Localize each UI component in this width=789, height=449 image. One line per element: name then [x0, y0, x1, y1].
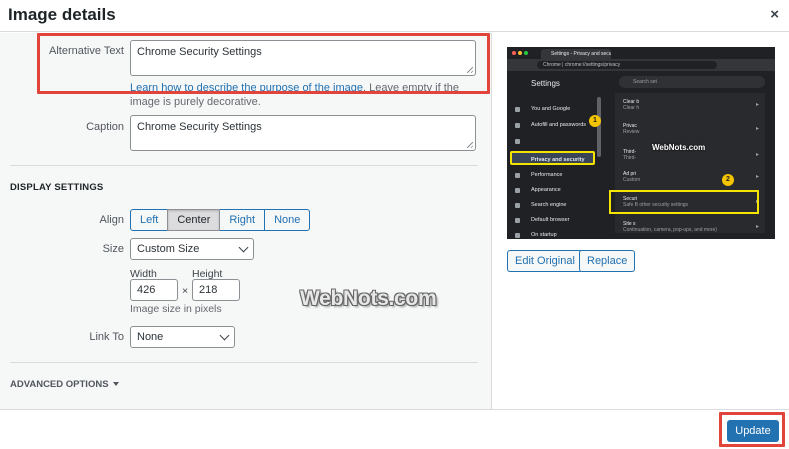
alt-text-help-link[interactable]: Learn how to describe the purpose of the…: [130, 82, 363, 94]
height-input[interactable]: 218: [192, 279, 240, 301]
menu-icon: [515, 173, 520, 178]
window-close-dot: [512, 51, 516, 55]
caption-value: Chrome Security Settings: [137, 121, 262, 133]
align-button-group: Left Center Right None: [130, 209, 311, 231]
align-right-button[interactable]: Right: [219, 209, 266, 231]
edit-original-button[interactable]: Edit Original: [507, 250, 583, 272]
align-left-button[interactable]: Left: [130, 209, 169, 231]
settings-title: Settings: [531, 79, 560, 88]
align-none-button[interactable]: None: [264, 209, 311, 231]
menu-icon: [515, 233, 520, 238]
chevron-right-icon: ▸: [755, 102, 759, 108]
chevron-right-icon: ▸: [755, 152, 759, 158]
menu-icon: [515, 188, 520, 193]
caret-down-icon: [112, 382, 119, 387]
menu-icon: [515, 123, 520, 128]
divider: [10, 362, 478, 363]
row-sub: Clear h: [623, 105, 640, 111]
modal-header: Image details ×: [0, 0, 789, 32]
divider: [10, 165, 478, 166]
advanced-options-label: ADVANCED OPTIONS: [10, 379, 109, 390]
step-badge: 2: [722, 174, 734, 186]
caption-label: Caption: [86, 121, 124, 133]
window-max-dot: [524, 51, 528, 55]
settings-search: Search set: [619, 76, 765, 88]
update-button[interactable]: Update: [727, 420, 779, 442]
advanced-options-toggle[interactable]: ADVANCED OPTIONS: [10, 379, 119, 390]
caption-field[interactable]: Chrome Security Settings: [130, 115, 476, 151]
chevron-down-icon: [238, 242, 249, 253]
size-select-value: Custom Size: [137, 243, 200, 255]
link-to-select-value: None: [137, 331, 164, 343]
size-select[interactable]: Custom Size: [130, 238, 254, 260]
browser-tabbar: Settings - Privacy and securi: [507, 47, 775, 59]
image-settings-panel: Alternative Text Chrome Security Setting…: [0, 33, 492, 409]
width-input[interactable]: 426: [130, 279, 178, 301]
sidebar-scrollbar: [597, 97, 601, 157]
resize-handle-icon[interactable]: [467, 142, 473, 148]
menu-icon: [515, 139, 520, 144]
menu-icon: [515, 203, 520, 208]
settings-row: Clear b Clear h: [623, 99, 639, 111]
menu-item: Search engine: [531, 202, 567, 208]
display-settings-heading: DISPLAY SETTINGS: [10, 182, 104, 193]
menu-item: Appearance: [531, 187, 561, 193]
settings-row: Ad pri Custom: [623, 171, 640, 183]
chevron-right-icon: ▸: [755, 174, 759, 180]
align-center-button[interactable]: Center: [167, 209, 221, 231]
security-row-highlight: [609, 190, 759, 214]
modal-footer: [0, 409, 789, 449]
window-min-dot: [518, 51, 522, 55]
menu-icon: [515, 218, 520, 223]
alt-text-label: Alternative Text: [48, 45, 124, 57]
browser-url: Chrome | chrome://settings/privacy: [537, 61, 717, 69]
link-to-select[interactable]: None: [130, 326, 235, 348]
alt-text-help: Learn how to describe the purpose of the…: [130, 81, 480, 109]
step-badge: 1: [589, 115, 601, 127]
menu-icon: [515, 107, 520, 112]
browser-tab: Settings - Privacy and securi: [541, 49, 611, 59]
browser-urlbar: Chrome | chrome://settings/privacy: [507, 59, 775, 71]
alt-text-field[interactable]: Chrome Security Settings: [130, 40, 476, 76]
row-sub: Review: [623, 129, 640, 135]
replace-button[interactable]: Replace: [579, 250, 636, 272]
menu-item: Default browser: [531, 217, 570, 223]
chevron-right-icon: ▸: [755, 126, 759, 132]
image-size-help: Image size in pixels: [130, 303, 222, 315]
menu-item: Privacy and security: [531, 157, 585, 163]
alt-text-value: Chrome Security Settings: [137, 46, 262, 58]
link-to-label: Link To: [89, 331, 124, 343]
times-glyph: ×: [182, 285, 189, 297]
settings-row: Site s Continuation, camera, pop-ups, and…: [623, 221, 717, 233]
menu-item: Performance: [531, 172, 563, 178]
row-sub: Continuation, camera, pop-ups, and more): [623, 227, 717, 233]
menu-item: You and Google: [531, 106, 571, 112]
resize-handle-icon[interactable]: [467, 67, 473, 73]
chevron-down-icon: [219, 330, 230, 341]
settings-row: Third- Third-: [623, 149, 636, 161]
thumbnail-watermark: WebNots.com: [652, 143, 706, 152]
row-sub: Custom: [623, 177, 641, 183]
align-label: Align: [99, 214, 124, 226]
watermark: WebNots.com: [300, 287, 437, 310]
settings-row: Privac Review: [623, 123, 639, 135]
chevron-right-icon: ▸: [755, 224, 759, 230]
chrome-settings-sidebar: Settings You and Google Autofill and pas…: [507, 71, 597, 239]
image-preview-panel: Settings - Privacy and securi Chrome | c…: [493, 33, 789, 409]
modal-title: Image details: [8, 5, 116, 24]
image-thumbnail: Settings - Privacy and securi Chrome | c…: [507, 47, 775, 239]
menu-item: Autofill and passwords: [531, 122, 587, 128]
menu-item: On startup: [531, 232, 557, 238]
row-sub: Third-: [623, 155, 637, 161]
size-label: Size: [102, 243, 124, 255]
close-icon[interactable]: ×: [770, 6, 779, 23]
